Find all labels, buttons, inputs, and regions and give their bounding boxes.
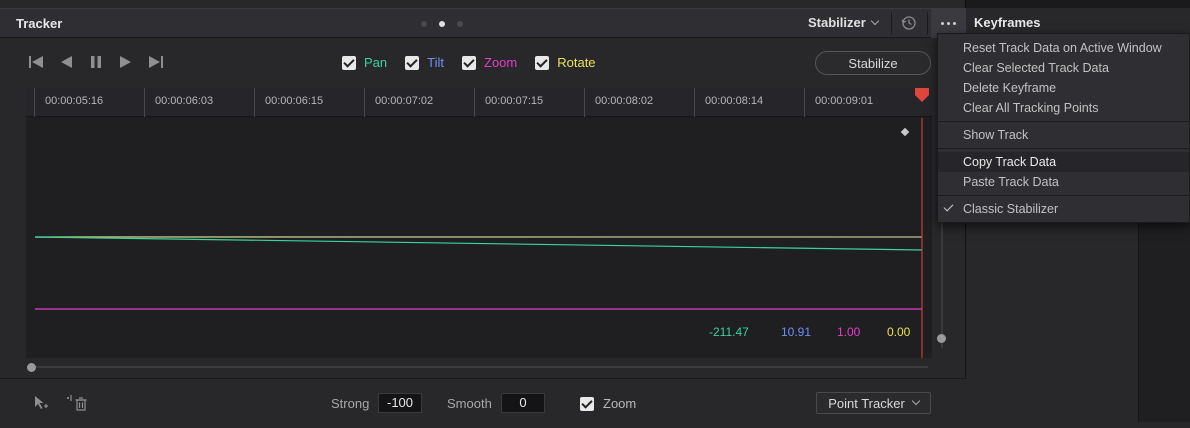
track-graph[interactable]: 00:00:05:16 00:00:06:03 00:00:06:15 00:0… bbox=[26, 88, 932, 358]
dot-icon bbox=[947, 22, 950, 25]
vertical-zoom-handle[interactable] bbox=[937, 334, 946, 343]
tracker-type-label: Point Tracker bbox=[828, 395, 905, 411]
page-dot-1[interactable] bbox=[421, 21, 427, 27]
zoom-toggle[interactable]: Zoom bbox=[462, 55, 517, 70]
menu-item-delete-keyframe[interactable]: Delete Keyframe bbox=[938, 78, 1189, 98]
rotate-readout: 0.00 bbox=[887, 325, 911, 339]
ruler-tick: 00:00:05:16 bbox=[34, 88, 103, 117]
ruler-tick-label: 00:00:06:15 bbox=[265, 95, 324, 107]
ruler-tick-label: 00:00:06:03 bbox=[155, 95, 214, 107]
transport-controls bbox=[28, 54, 164, 70]
ruler-tick-label: 00:00:09:01 bbox=[815, 95, 874, 107]
pan-label: Pan bbox=[364, 55, 388, 70]
timeline-ruler[interactable]: 00:00:05:16 00:00:06:03 00:00:06:15 00:0… bbox=[26, 88, 932, 117]
page-dot-3[interactable] bbox=[457, 21, 463, 27]
tracker-options-menu: Reset Track Data on Active Window Clear … bbox=[937, 33, 1190, 223]
track-reverse-icon[interactable] bbox=[58, 54, 74, 70]
ruler-tick-label: 00:00:07:02 bbox=[375, 95, 434, 107]
zoom-option-label: Zoom bbox=[603, 396, 637, 411]
menu-divider bbox=[938, 195, 1189, 196]
menu-item-copy-track-data[interactable]: Copy Track Data bbox=[938, 152, 1189, 172]
smooth-label: Smooth bbox=[447, 396, 492, 411]
ruler-tick: 00:00:09:01 bbox=[804, 88, 873, 117]
menu-item-clear-all-tracking-points[interactable]: Clear All Tracking Points bbox=[938, 98, 1189, 118]
checkmark-icon bbox=[943, 201, 954, 212]
checkbox-icon[interactable] bbox=[580, 396, 594, 411]
ruler-tick-label: 00:00:08:02 bbox=[595, 95, 654, 107]
menu-item-classic-stabilizer[interactable]: Classic Stabilizer bbox=[938, 199, 1189, 219]
ruler-tick: 00:00:07:15 bbox=[474, 88, 543, 117]
tilt-label: Tilt bbox=[427, 55, 444, 70]
ruler-tick: 00:00:07:02 bbox=[364, 88, 433, 117]
reset-history-icon[interactable] bbox=[900, 14, 918, 32]
menu-item-reset-track-data[interactable]: Reset Track Data on Active Window bbox=[938, 38, 1189, 58]
zoom-readout: 1.00 bbox=[837, 325, 861, 339]
chevron-down-icon bbox=[870, 16, 880, 25]
delete-tracking-point-icon[interactable] bbox=[66, 394, 88, 412]
page-indicator bbox=[421, 21, 463, 27]
tracker-type-select[interactable]: Point Tracker bbox=[816, 392, 931, 414]
menu-item-show-track[interactable]: Show Track bbox=[938, 125, 1189, 145]
add-tracking-point-icon[interactable] bbox=[32, 394, 48, 412]
pan-readout: -211.47 bbox=[709, 325, 749, 339]
zoom-label: Zoom bbox=[484, 55, 518, 70]
strong-input[interactable]: -100 bbox=[378, 393, 422, 413]
checkbox-icon[interactable] bbox=[405, 55, 420, 70]
track-curves bbox=[34, 118, 923, 358]
skip-to-start-icon[interactable] bbox=[28, 54, 44, 70]
ruler-tick: 00:00:08:02 bbox=[584, 88, 653, 117]
channel-toggles: Pan Tilt Zoom Rotate bbox=[342, 55, 596, 70]
keyframes-title: Keyframes bbox=[974, 15, 1041, 30]
menu-divider bbox=[938, 148, 1189, 149]
chevron-down-icon bbox=[911, 396, 921, 406]
ruler-tick: 00:00:08:14 bbox=[694, 88, 763, 117]
menu-divider bbox=[938, 121, 1189, 122]
tracker-titlebar: Tracker Stabilizer bbox=[0, 8, 966, 38]
tracker-panel: Tracker Stabilizer Pan Tilt Zoom Rotate … bbox=[0, 0, 966, 428]
panel-title: Tracker bbox=[16, 16, 63, 31]
pause-icon[interactable] bbox=[88, 54, 104, 70]
tracker-mode-select[interactable]: Stabilizer bbox=[808, 15, 880, 30]
dot-icon bbox=[953, 22, 956, 25]
keyframe-marker-icon[interactable] bbox=[900, 127, 910, 137]
smooth-input[interactable]: 0 bbox=[501, 393, 545, 413]
horizontal-zoom-handle[interactable] bbox=[27, 363, 36, 372]
checkbox-icon[interactable] bbox=[342, 55, 356, 70]
zoom-stabilize-toggle[interactable]: Zoom bbox=[580, 396, 636, 411]
tracker-mode-label: Stabilizer bbox=[808, 15, 866, 30]
horizontal-zoom-slider[interactable] bbox=[30, 366, 928, 368]
ruler-tick-label: 00:00:07:15 bbox=[485, 95, 544, 107]
stabilize-button[interactable]: Stabilize bbox=[815, 51, 931, 75]
track-forward-icon[interactable] bbox=[118, 54, 134, 70]
checkbox-icon[interactable] bbox=[535, 55, 550, 70]
ruler-tick: 00:00:06:15 bbox=[254, 88, 323, 117]
tilt-readout: 10.91 bbox=[781, 325, 812, 339]
ruler-tick-label: 00:00:08:14 bbox=[705, 95, 764, 107]
dot-icon bbox=[941, 22, 944, 25]
tilt-toggle[interactable]: Tilt bbox=[405, 55, 444, 70]
rotate-toggle[interactable]: Rotate bbox=[535, 55, 596, 70]
strong-label: Strong bbox=[331, 396, 370, 411]
menu-item-label: Classic Stabilizer bbox=[963, 202, 1059, 216]
menu-item-clear-selected-track-data[interactable]: Clear Selected Track Data bbox=[938, 58, 1189, 78]
header-divider bbox=[891, 12, 892, 34]
menu-item-paste-track-data[interactable]: Paste Track Data bbox=[938, 172, 1189, 192]
page-dot-2[interactable] bbox=[439, 21, 445, 27]
header-divider bbox=[927, 12, 928, 34]
pan-toggle[interactable]: Pan bbox=[342, 55, 387, 70]
tilt-curve bbox=[34, 236, 923, 238]
tracker-bottom-toolbar: Strong -100 Smooth 0 Zoom Point Tracker bbox=[0, 378, 966, 428]
checkbox-icon[interactable] bbox=[462, 55, 476, 70]
ruler-tick-label: 00:00:05:16 bbox=[45, 95, 104, 107]
ruler-tick: 00:00:06:03 bbox=[144, 88, 213, 117]
pan-curve bbox=[34, 236, 923, 251]
playhead-handle-icon[interactable] bbox=[915, 88, 929, 102]
rotate-label: Rotate bbox=[557, 55, 596, 70]
skip-to-end-icon[interactable] bbox=[148, 54, 164, 70]
